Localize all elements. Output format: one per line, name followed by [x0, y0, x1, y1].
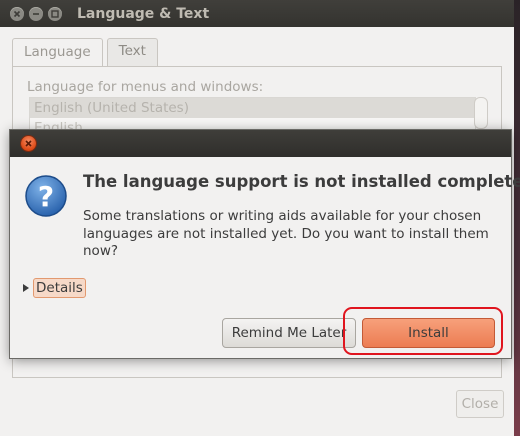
desktop-background: [514, 0, 520, 436]
remind-me-later-button[interactable]: Remind Me Later: [222, 318, 356, 348]
dialog-message: Some translations or writing aids availa…: [83, 208, 489, 259]
question-icon: ?: [25, 175, 67, 217]
tab-language[interactable]: Language: [12, 38, 103, 68]
tab-bar: Language Text: [12, 38, 162, 68]
close-window-button[interactable]: [10, 6, 24, 21]
dialog-close-button[interactable]: [21, 136, 36, 151]
close-icon: [13, 10, 21, 17]
minimize-window-button[interactable]: [29, 6, 43, 21]
list-item[interactable]: English (United States): [30, 98, 475, 118]
dialog-titlebar: [10, 130, 511, 157]
close-icon: [25, 140, 32, 147]
dialog-heading: The language support is not installed co…: [83, 172, 520, 191]
install-highlight-annotation: [343, 307, 503, 355]
minimize-icon: [33, 12, 39, 15]
panel-label: Language for menus and windows:: [27, 79, 264, 95]
maximize-window-button[interactable]: [48, 6, 62, 21]
details-expander[interactable]: Details: [23, 278, 86, 298]
window-title: Language & Text: [77, 5, 210, 22]
close-button[interactable]: Close: [456, 390, 504, 418]
tab-text[interactable]: Text: [106, 38, 158, 68]
svg-text:?: ?: [38, 180, 54, 213]
details-label[interactable]: Details: [33, 278, 86, 298]
window-titlebar: Language & Text: [0, 0, 514, 27]
scroll-arrows[interactable]: [474, 97, 488, 129]
maximize-icon: [51, 9, 59, 18]
expander-arrow-icon: [23, 284, 29, 292]
